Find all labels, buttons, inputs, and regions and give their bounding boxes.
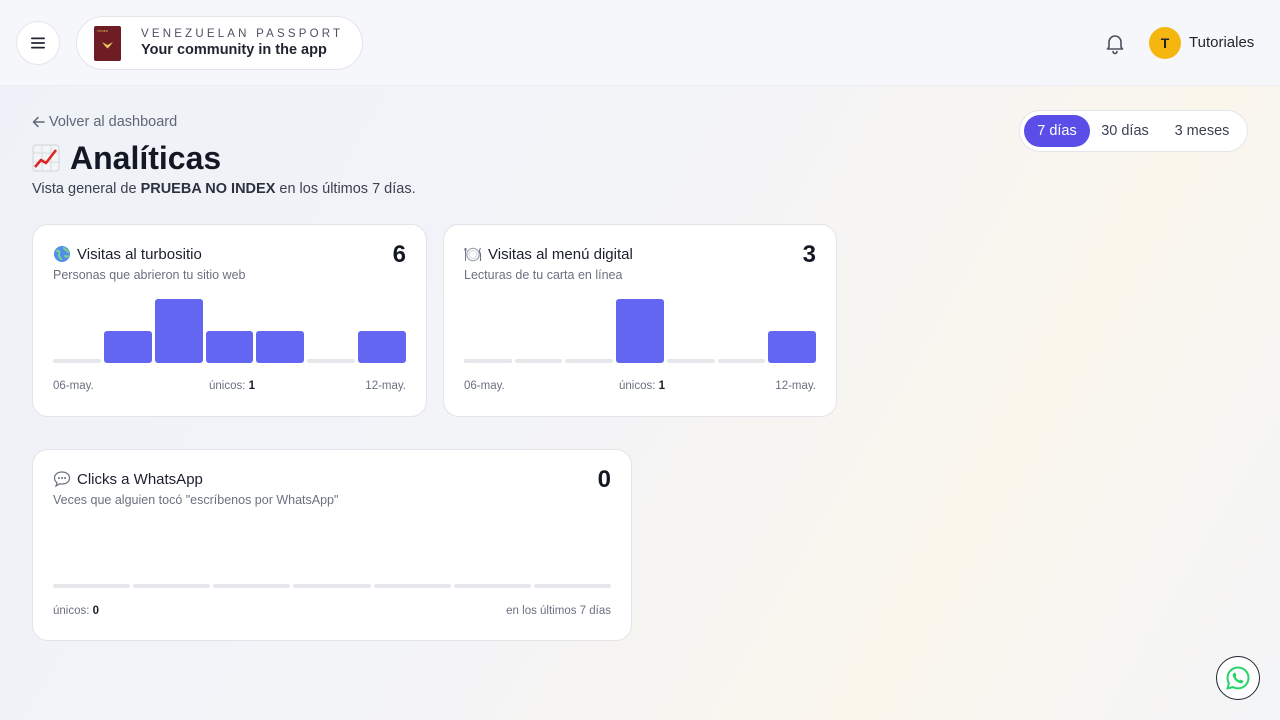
uniques-label: únicos: 0 [53,605,99,617]
site-visits-card: Visitas al turbositio Personas que abrie… [32,224,427,417]
start-date-label: 06-may. [53,380,94,392]
daily-bar [293,584,371,588]
daily-bar [768,331,816,363]
daily-bar [53,584,131,588]
daily-bar [464,359,512,363]
card-count: 3 [802,241,816,268]
card-count: 6 [392,241,406,268]
subtitle-prefix: Vista general de [32,181,141,197]
hamburger-icon [31,37,45,49]
user-name[interactable]: Tutoriales [1189,34,1254,51]
back-link-label: Volver al dashboard [49,114,178,130]
card-title-text: Visitas al turbositio [77,245,202,263]
brand-switcher[interactable]: VENEZ VENEZUELAN PASSPORT Your community… [76,16,363,70]
daily-bar [256,331,305,363]
uniques-text: únicos: [209,380,246,392]
top-bar: VENEZ VENEZUELAN PASSPORT Your community… [0,0,1280,86]
chart-increasing-icon [32,144,60,172]
whatsapp-icon [1226,666,1250,690]
brand-name: VENEZUELAN PASSPORT [141,28,344,40]
period-label: en los últimos 7 días [506,605,611,617]
card-description: Veces que alguien tocó "escríbenos por W… [53,493,339,507]
daily-bar [205,331,254,363]
card-title: Visitas al turbositio [53,245,202,263]
back-to-dashboard-link[interactable]: Volver al dashboard [32,114,177,130]
menu-visits-card: Visitas al menú digital Lecturas de tu c… [443,224,837,417]
daily-bar [565,359,614,363]
daily-bar [453,584,531,588]
end-date-label: 12-may. [365,380,406,392]
arrow-left-icon [32,116,45,128]
daily-bar [213,584,291,588]
start-date-label: 06-may. [464,380,505,392]
card-title: Visitas al menú digital [464,245,633,263]
page-title-text: Analíticas [70,139,222,176]
end-date-label: 12-may. [775,380,816,392]
date-range-toggle: 7 días 30 días 3 meses [1019,110,1248,152]
range-option-7-days[interactable]: 7 días [1024,115,1090,147]
range-option-30-days[interactable]: 30 días [1094,115,1156,147]
daily-bar [514,359,563,363]
daily-bar [154,299,203,363]
daily-bar [533,584,611,588]
card-title: Clicks a WhatsApp [53,470,203,488]
globe-icon [54,246,70,262]
daily-bar [616,299,664,363]
daily-bar [103,331,152,363]
site-name: PRUEBA NO INDEX [140,181,276,197]
daily-bar-chart [53,524,611,588]
daily-bar [717,359,766,363]
daily-bar [53,359,101,363]
subtitle-suffix: en los últimos 7 días. [275,181,416,197]
speech-bubble-icon [53,471,71,488]
card-description: Personas que abrieron tu sitio web [53,268,246,282]
passport-logo: VENEZ [94,26,121,61]
card-count: 0 [597,466,611,493]
uniques-value: 1 [658,380,666,392]
uniques-text: únicos: [53,605,90,617]
page-title: Analíticas [32,138,221,178]
whatsapp-clicks-card: Clicks a WhatsApp Veces que alguien tocó… [32,449,632,641]
card-title-text: Clicks a WhatsApp [77,470,203,488]
uniques-label: únicos: 1 [209,380,255,392]
uniques-value: 0 [92,605,100,617]
card-title-text: Visitas al menú digital [488,245,633,263]
daily-bar-chart [53,299,406,363]
daily-bar [373,584,451,588]
menu-button[interactable] [16,21,60,65]
page-subtitle: Vista general de PRUEBA NO INDEX en los … [32,181,416,197]
daily-bar [358,331,406,363]
range-option-3-months[interactable]: 3 meses [1162,115,1242,147]
daily-bar-chart [464,299,816,363]
uniques-text: únicos: [619,380,656,392]
daily-bar [133,584,211,588]
daily-bar [666,359,715,363]
avatar[interactable]: T [1149,27,1181,59]
daily-bar [307,359,356,363]
brand-tagline: Your community in the app [141,42,327,58]
card-description: Lecturas de tu carta en línea [464,268,623,282]
uniques-label: únicos: 1 [619,380,665,392]
notifications-bell-icon[interactable] [1103,31,1127,55]
eagle-emblem-icon [102,42,113,49]
whatsapp-chat-button[interactable] [1216,656,1260,700]
uniques-value: 1 [248,380,256,392]
plate-icon [464,247,482,262]
